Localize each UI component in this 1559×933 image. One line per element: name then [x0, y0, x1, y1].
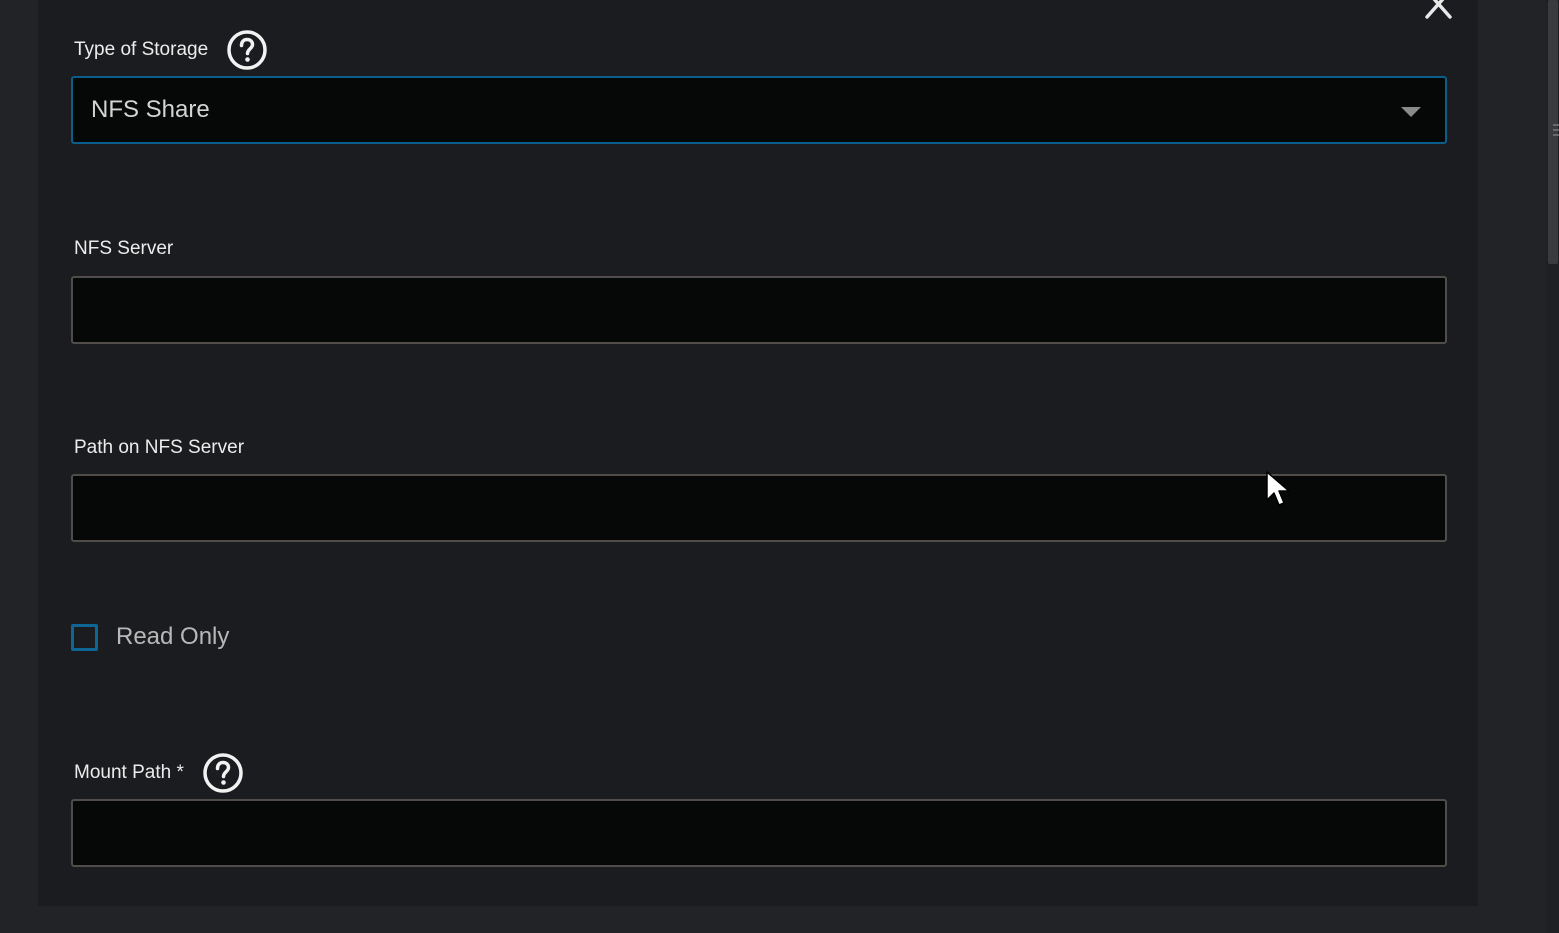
nfs-server-label: NFS Server [74, 238, 174, 259]
page: Type of Storage NFS Share NFS Server Pat… [0, 0, 1559, 933]
mount-path-label: Mount Path * [74, 762, 184, 783]
help-circle-icon[interactable] [202, 752, 244, 794]
read-only-checkbox-row[interactable]: Read Only [71, 623, 229, 651]
grip-icon[interactable] [1553, 122, 1559, 138]
nfs-path-label: Path on NFS Server [74, 437, 245, 458]
read-only-checkbox[interactable] [71, 623, 98, 651]
nfs-server-label-row: NFS Server [74, 238, 173, 260]
nfs-server-input[interactable] [73, 278, 1445, 342]
nfs-server-field[interactable] [71, 276, 1447, 344]
storage-type-selected-value: NFS Share [91, 96, 210, 123]
nfs-path-field[interactable] [71, 474, 1447, 542]
close-icon [1425, 0, 1452, 19]
nfs-path-label-row: Path on NFS Server [74, 437, 244, 459]
mount-path-field[interactable] [71, 799, 1447, 867]
storage-type-label-row: Type of Storage [74, 29, 268, 71]
panel-footer-gap [0, 906, 1559, 933]
close-button[interactable] [1418, 0, 1460, 26]
storage-type-label: Type of Storage [74, 39, 209, 60]
read-only-label[interactable]: Read Only [116, 623, 229, 651]
mount-path-input[interactable] [73, 801, 1445, 865]
storage-type-select[interactable]: NFS Share [71, 76, 1447, 144]
mount-path-label-row: Mount Path * [74, 752, 244, 794]
chevron-down-icon[interactable] [1401, 107, 1421, 117]
help-circle-icon[interactable] [226, 29, 268, 71]
nfs-path-input[interactable] [73, 476, 1445, 540]
